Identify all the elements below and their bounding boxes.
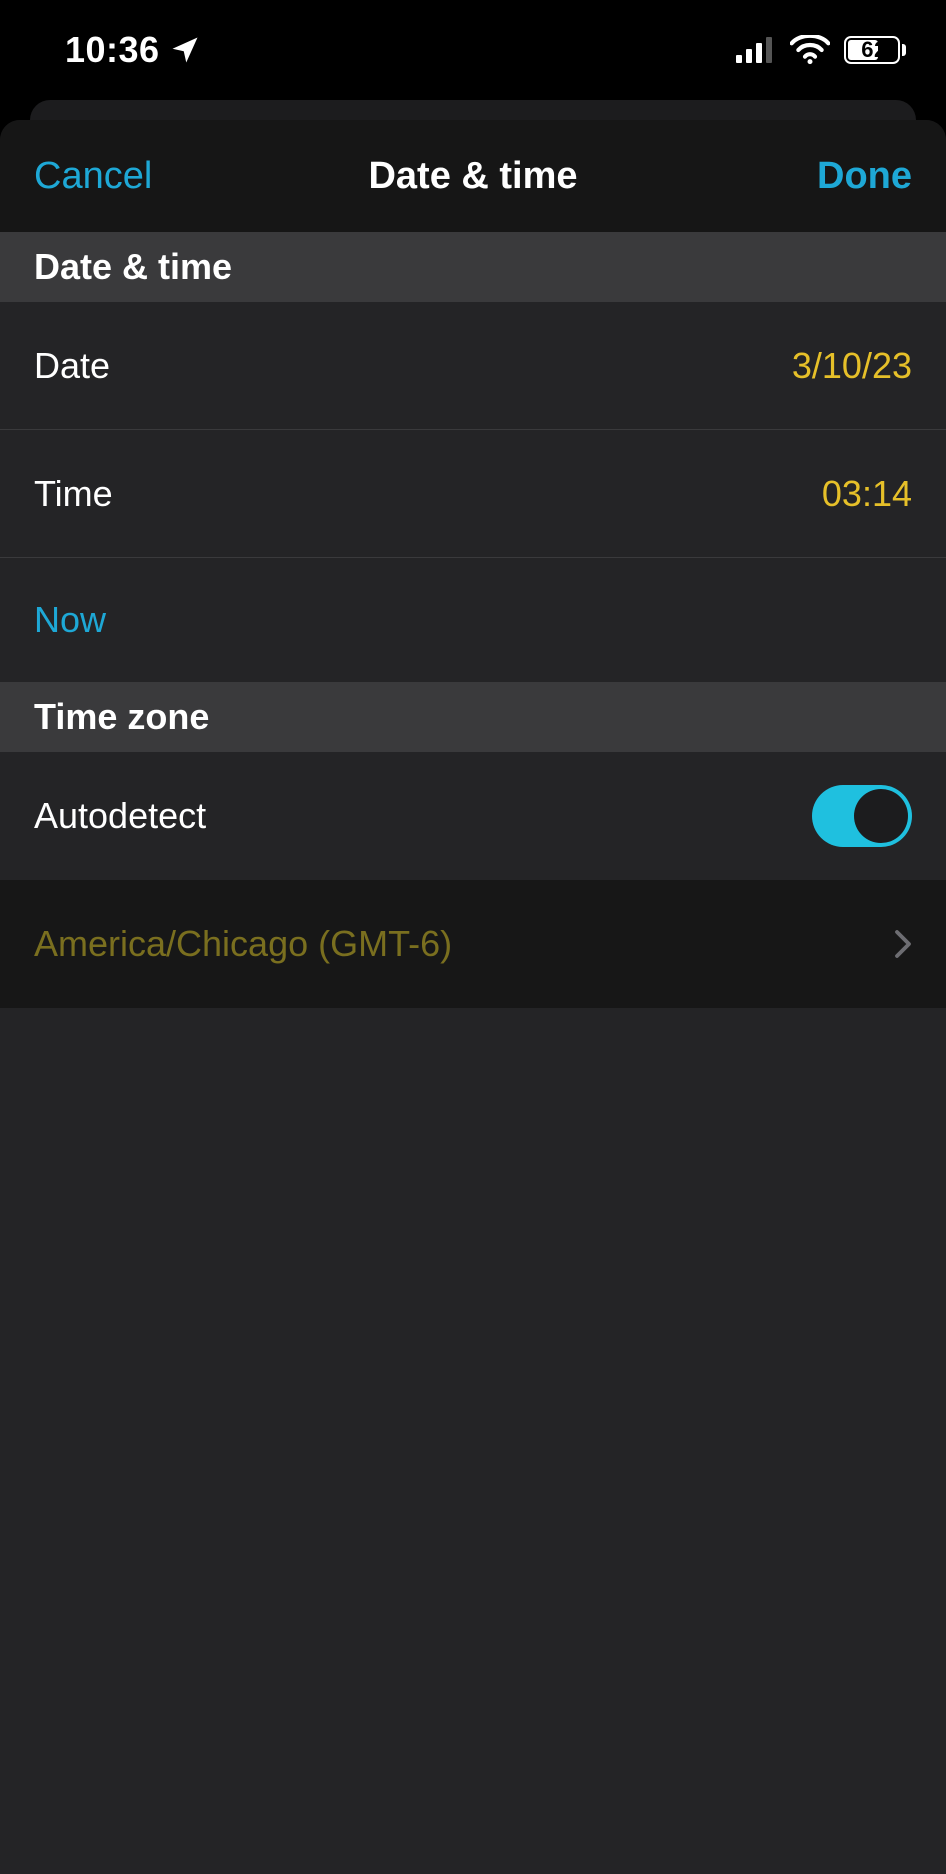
status-right: 62 [736, 35, 906, 65]
date-label: Date [34, 345, 110, 387]
modal-sheet: Cancel Date & time Done Date & time Date… [0, 120, 946, 1874]
time-row[interactable]: Time 03:14 [0, 430, 946, 558]
battery-percent: 62 [846, 37, 902, 63]
status-time: 10:36 [65, 29, 160, 71]
timezone-row[interactable]: America/Chicago (GMT-6) [0, 880, 946, 1008]
cellular-icon [736, 37, 776, 63]
section-header-datetime: Date & time [0, 232, 946, 302]
now-label: Now [34, 599, 106, 641]
date-row[interactable]: Date 3/10/23 [0, 302, 946, 430]
autodetect-row: Autodetect [0, 752, 946, 880]
now-button-row[interactable]: Now [0, 558, 946, 682]
status-bar: 10:36 62 [0, 0, 946, 100]
autodetect-label: Autodetect [34, 795, 206, 837]
background-sheet-peek [30, 100, 916, 120]
timezone-value: America/Chicago (GMT-6) [34, 923, 452, 965]
content-fill [0, 1008, 946, 1874]
autodetect-toggle[interactable] [812, 785, 912, 847]
done-button[interactable]: Done [817, 155, 912, 198]
time-label: Time [34, 473, 113, 515]
battery-icon: 62 [844, 36, 906, 64]
wifi-icon [790, 35, 830, 65]
chevron-right-icon [894, 929, 912, 959]
toggle-knob [854, 789, 908, 843]
time-value: 03:14 [822, 473, 912, 515]
status-left: 10:36 [65, 29, 200, 71]
cancel-button[interactable]: Cancel [34, 155, 152, 198]
location-icon [170, 35, 200, 65]
date-value: 3/10/23 [792, 345, 912, 387]
section-header-timezone: Time zone [0, 682, 946, 752]
nav-bar: Cancel Date & time Done [0, 120, 946, 232]
